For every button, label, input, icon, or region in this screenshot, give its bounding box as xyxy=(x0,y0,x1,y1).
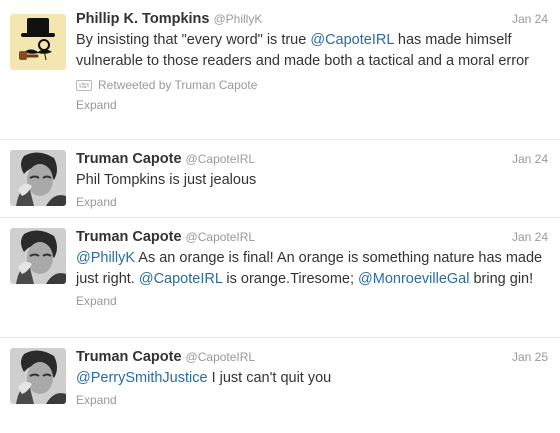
avatar[interactable] xyxy=(10,348,66,404)
mention-link[interactable]: @CapoteIRL xyxy=(310,32,394,48)
tweet-date[interactable]: Jan 24 xyxy=(512,230,548,244)
author-name[interactable]: Truman Capote xyxy=(76,151,182,167)
author-handle[interactable]: @CapoteIRL xyxy=(186,152,256,166)
tweet-text: @PerrySmithJustice I just can't quit you xyxy=(76,368,548,389)
tweet-item[interactable]: Truman Capote @CapoteIRL Jan 24 Phil Tomp… xyxy=(0,140,560,218)
mention-link[interactable]: @PhillyK xyxy=(76,250,135,266)
tweet-date[interactable]: Jan 24 xyxy=(512,152,548,166)
author-handle[interactable]: @CapoteIRL xyxy=(186,230,256,244)
monocle-hat-avatar-icon xyxy=(10,14,66,70)
expand-link[interactable]: Expand xyxy=(76,292,548,310)
tweet-text-segment: is orange.Tiresome; xyxy=(222,271,359,287)
retweet-indicator: Retweeted by Truman Capote xyxy=(76,76,548,94)
tweet-feed: Phillip K. Tompkins @PhillyK Jan 24 By in… xyxy=(0,0,560,433)
author-handle[interactable]: @CapoteIRL xyxy=(186,350,256,364)
author-name[interactable]: Phillip K. Tompkins xyxy=(76,11,209,27)
author-name[interactable]: Truman Capote xyxy=(76,229,182,245)
author-handle[interactable]: @PhillyK xyxy=(213,12,262,26)
tweet-item[interactable]: Truman Capote @CapoteIRL Jan 24 @PhillyK … xyxy=(0,218,560,338)
tweet-text: By insisting that "every word" is true @… xyxy=(76,30,548,72)
tweet-text-segment: I just can't quit you xyxy=(207,370,332,386)
capote-portrait-avatar-icon xyxy=(10,150,66,206)
tweet-date[interactable]: Jan 25 xyxy=(512,350,548,364)
tweet-text-segment: By insisting that "every word" is true xyxy=(76,32,311,48)
mention-link[interactable]: @MonroevilleGal xyxy=(358,271,469,287)
tweet-text-segment: bring gin! xyxy=(469,271,534,287)
tweet-text-segment: Phil Tompkins is just jealous xyxy=(76,172,257,188)
tweet-text: @PhillyK As an orange is final! An orang… xyxy=(76,248,548,290)
tweet-item[interactable]: Phillip K. Tompkins @PhillyK Jan 24 By in… xyxy=(0,0,560,140)
tweet-date[interactable]: Jan 24 xyxy=(512,12,548,26)
capote-portrait-avatar-icon xyxy=(10,228,66,284)
retweet-label[interactable]: Retweeted by Truman Capote xyxy=(98,78,257,92)
tweet-item[interactable]: Truman Capote @CapoteIRL Jan 25 @PerrySmi… xyxy=(0,338,560,433)
avatar[interactable] xyxy=(10,228,66,284)
avatar[interactable] xyxy=(10,14,66,70)
expand-link[interactable]: Expand xyxy=(76,193,548,211)
mention-link[interactable]: @CapoteIRL xyxy=(139,271,223,287)
author-name[interactable]: Truman Capote xyxy=(76,349,182,365)
avatar[interactable] xyxy=(10,150,66,206)
mention-link[interactable]: @PerrySmithJustice xyxy=(76,370,208,386)
expand-link[interactable]: Expand xyxy=(76,96,548,114)
retweet-icon xyxy=(76,79,92,91)
capote-portrait-avatar-icon xyxy=(10,348,66,404)
tweet-text: Phil Tompkins is just jealous xyxy=(76,170,548,191)
expand-link[interactable]: Expand xyxy=(76,391,548,409)
